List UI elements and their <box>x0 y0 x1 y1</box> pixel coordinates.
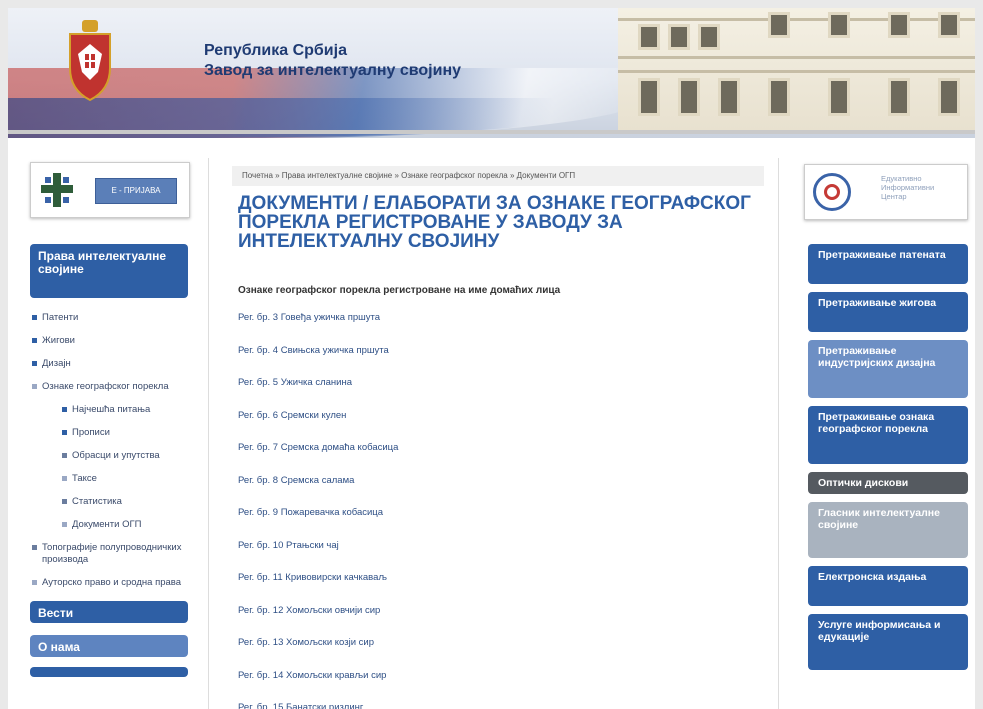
registration-link[interactable]: Рег. бр. 4 Свињска ужичка пршута <box>238 344 398 377</box>
eprijava-banner[interactable]: Е - ПРИЈАВА <box>30 162 190 218</box>
left-nav-subitem-documents[interactable]: Документи ОГП <box>30 519 188 531</box>
page: Република Србија Завод за интелектуалну … <box>8 8 975 709</box>
search-patents-button[interactable]: Претраживање патената <box>808 244 968 284</box>
site-header: Република Србија Завод за интелектуалну … <box>8 8 975 138</box>
registration-link[interactable]: Рег. бр. 8 Сремска салама <box>238 474 398 507</box>
bullet-icon <box>32 361 37 366</box>
bullet-icon <box>62 499 67 504</box>
left-nav-item-label: Прописи <box>72 427 110 438</box>
edic-line3: Центар <box>881 192 907 201</box>
search-trademarks-button[interactable]: Претраживање жигова <box>808 292 968 332</box>
registration-link[interactable]: Рег. бр. 15 Банатски ризлинг <box>238 701 398 709</box>
registration-link[interactable]: Рег. бр. 3 Говеђа ужичка пршута <box>238 311 398 344</box>
eprijava-button[interactable]: Е - ПРИЈАВА <box>95 178 177 204</box>
info-education-services-button[interactable]: Услуге информисања и едукације <box>808 614 968 670</box>
left-nav-subitem-faq[interactable]: Најчешћа питања <box>30 404 188 416</box>
electronic-editions-button[interactable]: Електронска издања <box>808 566 968 606</box>
bullet-icon <box>62 476 67 481</box>
left-nav-item-label: Дизајн <box>42 358 71 369</box>
registration-link[interactable]: Рег. бр. 11 Кривовирски качкаваљ <box>238 571 398 604</box>
left-nav-item-label: Таксе <box>72 473 97 484</box>
edic-banner[interactable]: Едукативно Информативни Центар <box>804 164 968 220</box>
bullet-icon <box>62 407 67 412</box>
left-nav-item-label: Ознаке географског порекла <box>42 381 169 392</box>
right-nav: Претраживање патената Претраживање жигов… <box>808 244 968 678</box>
left-nav-item-topographies[interactable]: Топографије полупроводничких производа <box>30 542 188 566</box>
registration-link[interactable]: Рег. бр. 6 Сремски кулен <box>238 409 398 442</box>
header-title-line1: Република Србија <box>204 42 347 59</box>
left-nav-item-design[interactable]: Дизајн <box>30 358 188 370</box>
registration-link[interactable]: Рег. бр. 13 Хомољски козји сир <box>238 636 398 669</box>
search-designs-button[interactable]: Претраживање индустријских дизајна <box>808 340 968 398</box>
optical-discs-button[interactable]: Оптички дискови <box>808 472 968 494</box>
left-nav-item-label: Ауторско право и сродна права <box>42 577 182 588</box>
left-nav-item-copyright[interactable]: Ауторско право и сродна права <box>30 577 188 589</box>
left-nav-subitem-fees[interactable]: Таксе <box>30 473 188 485</box>
header-divider <box>8 130 975 134</box>
left-nav-subitem-regulations[interactable]: Прописи <box>30 427 188 439</box>
registration-link[interactable]: Рег. бр. 12 Хомољски овчији сир <box>238 604 398 637</box>
left-nav-subitem-statistics[interactable]: Статистика <box>30 496 188 508</box>
left-nav-section-title[interactable]: Права интелектуалне својине <box>30 244 188 298</box>
left-nav-next-button[interactable] <box>30 667 188 677</box>
section-subtitle: Ознаке географског порекла регистроване … <box>238 285 561 296</box>
bullet-icon <box>32 315 37 320</box>
left-nav-item-label: Обрасци и упутства <box>72 450 160 461</box>
left-nav-item-label: Топографије полупроводничких производа <box>42 542 182 565</box>
left-nav-item-label: Документи ОГП <box>72 519 142 530</box>
search-geo-indications-button[interactable]: Претраживање ознака географског порекла <box>808 406 968 464</box>
left-column-divider <box>208 158 209 709</box>
bullet-icon <box>62 522 67 527</box>
left-nav-item-label: Жигови <box>42 335 75 346</box>
registration-link[interactable]: Рег. бр. 9 Пожаревачка кобасица <box>238 506 398 539</box>
breadcrumb[interactable]: Почетна » Права интелектуалне својине » … <box>232 166 764 186</box>
coat-of-arms-icon[interactable] <box>64 20 116 102</box>
eprijava-logo-icon <box>41 173 73 207</box>
page-title: ДОКУМЕНТИ / ЕЛАБОРАТИ ЗА ОЗНАКЕ ГЕОГРАФС… <box>238 193 751 252</box>
bullet-icon <box>32 384 37 389</box>
bullet-icon <box>32 545 37 550</box>
gazette-button[interactable]: Гласник интелектуалне својине <box>808 502 968 558</box>
left-nav: Права интелектуалне својине Патенти Жиго… <box>30 244 188 683</box>
left-nav-list: Патенти Жигови Дизајн Ознаке географског… <box>30 312 188 589</box>
building-photo <box>618 8 975 130</box>
registration-link[interactable]: Рег. бр. 14 Хомољски крављи сир <box>238 669 398 702</box>
edic-line2: Информативни <box>881 183 935 192</box>
left-nav-item-label: Статистика <box>72 496 122 507</box>
registration-list: Рег. бр. 3 Говеђа ужичка пршута Рег. бр.… <box>238 311 398 709</box>
bullet-icon <box>62 430 67 435</box>
registration-link[interactable]: Рег. бр. 7 Сремска домаћа кобасица <box>238 441 398 474</box>
right-column-divider <box>778 158 779 709</box>
bullet-icon <box>32 338 37 343</box>
news-button[interactable]: Вести <box>30 601 188 623</box>
left-nav-item-trademarks[interactable]: Жигови <box>30 335 188 347</box>
edic-text: Едукативно Информативни Центар <box>881 174 934 201</box>
registration-link[interactable]: Рег. бр. 10 Ртањски чај <box>238 539 398 572</box>
bullet-icon <box>32 580 37 585</box>
bullet-icon <box>62 453 67 458</box>
about-us-button[interactable]: О нама <box>30 635 188 657</box>
edic-logo-icon <box>813 173 851 211</box>
header-title-line2: Завод за интелектуалну својину <box>204 62 462 79</box>
left-nav-item-label: Патенти <box>42 312 79 323</box>
left-nav-item-patents[interactable]: Патенти <box>30 312 188 324</box>
registration-link[interactable]: Рег. бр. 5 Ужичка сланина <box>238 376 398 409</box>
left-nav-item-geo-indications[interactable]: Ознаке географског порекла <box>30 381 188 393</box>
left-nav-subitem-forms[interactable]: Обрасци и упутства <box>30 450 188 462</box>
edic-line1: Едукативно <box>881 174 922 183</box>
left-nav-item-label: Најчешћа питања <box>72 404 151 415</box>
